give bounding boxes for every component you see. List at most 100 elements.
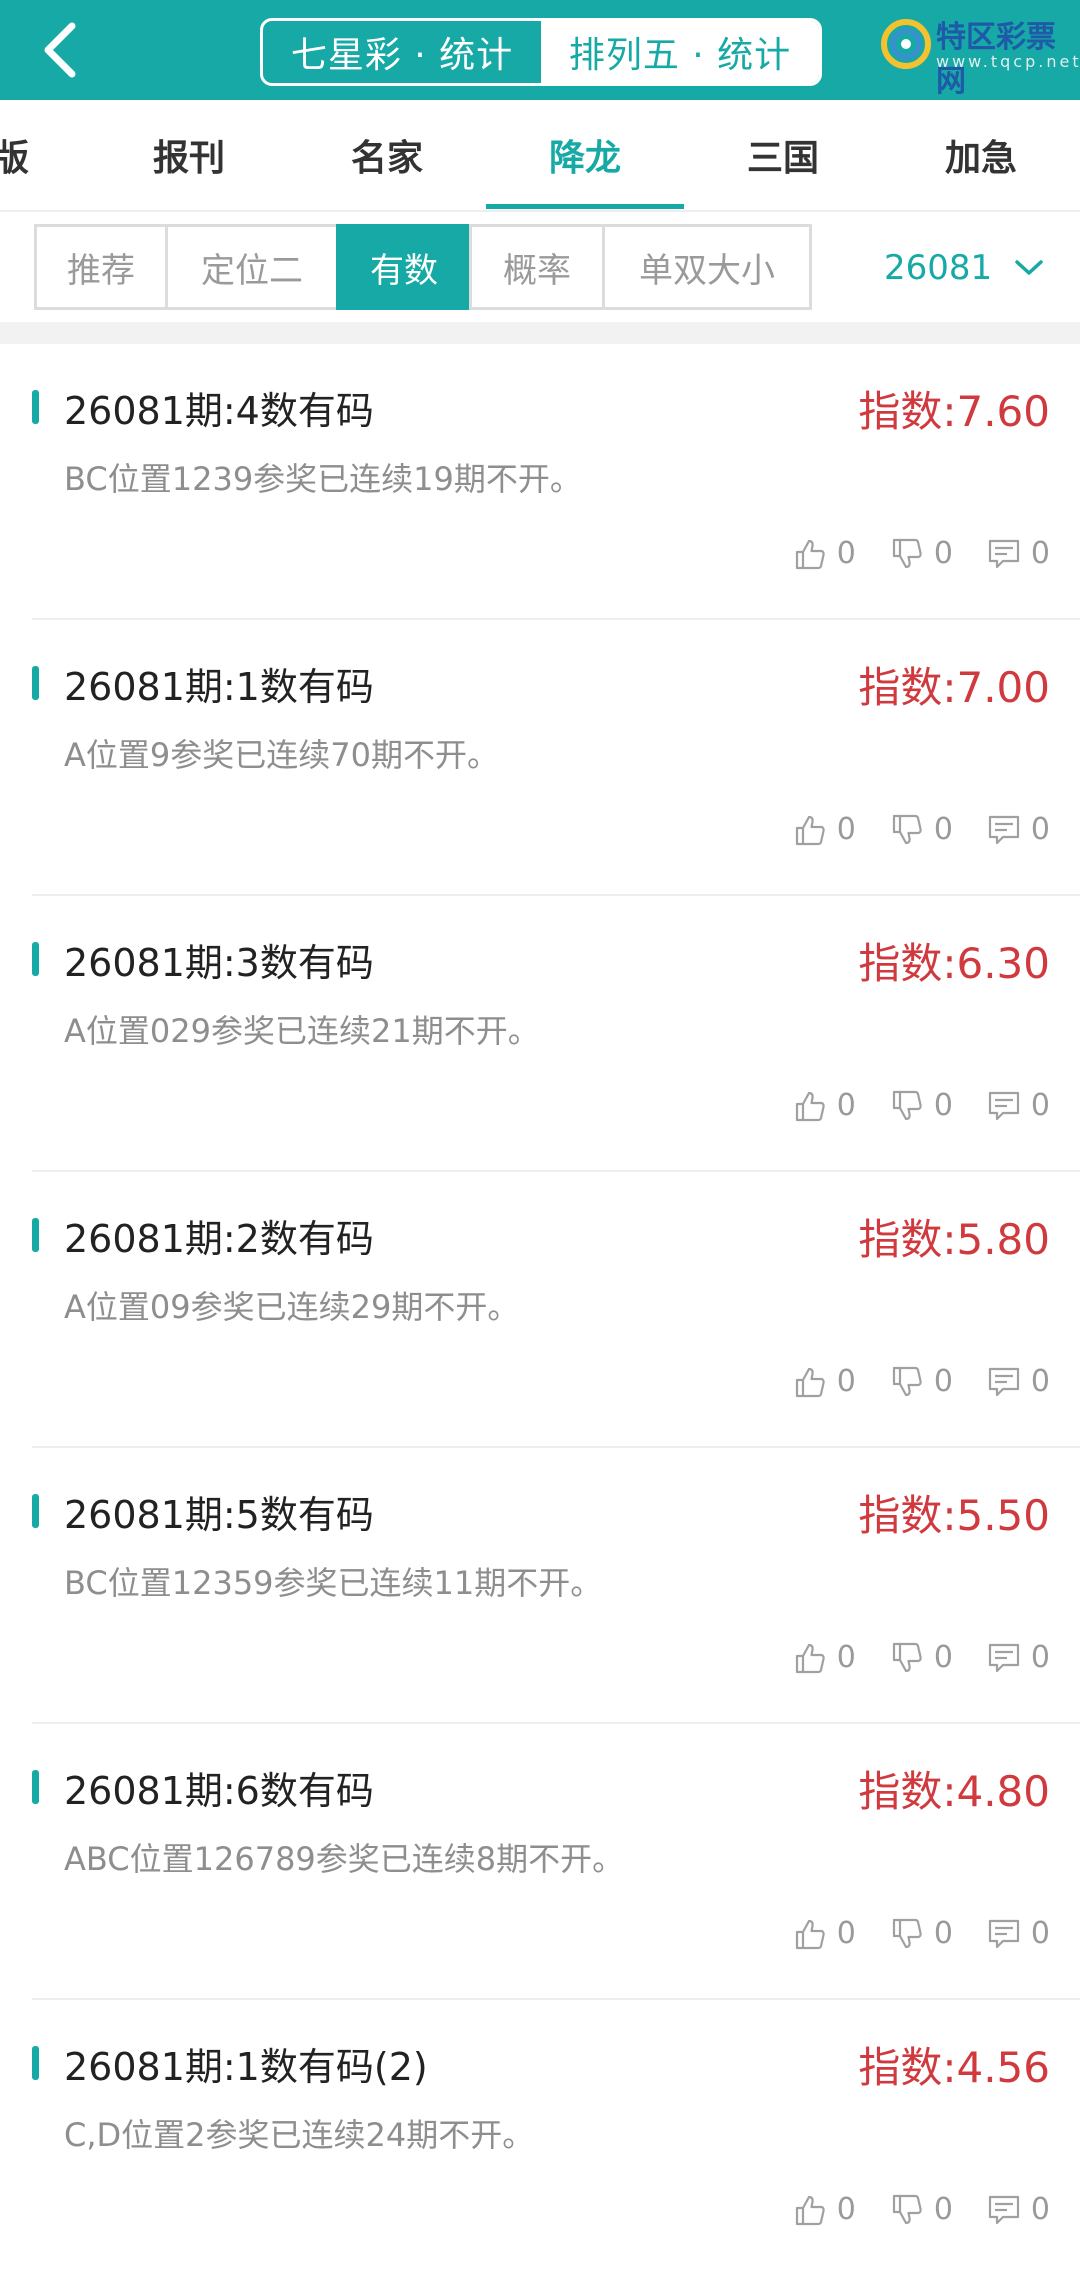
thumbs-up-icon bbox=[795, 1919, 825, 1949]
dislike-button[interactable]: 0 bbox=[890, 536, 953, 571]
accent-bar bbox=[32, 2046, 39, 2080]
thumbs-down-icon bbox=[892, 2194, 922, 2224]
tab-baokan[interactable]: 报刊 bbox=[90, 100, 288, 210]
back-button[interactable] bbox=[30, 20, 90, 80]
item-description: ABC位置126789参奖已连续8期不开。 bbox=[64, 1840, 625, 1878]
dislike-count: 0 bbox=[933, 1916, 953, 1951]
list-item[interactable]: 26081期:6数有码 指数:4.80 ABC位置126789参奖已连续8期不开… bbox=[0, 1724, 1080, 2000]
list-item[interactable]: 26081期:2数有码 指数:5.80 A位置09参奖已连续29期不开。 0 0… bbox=[0, 1172, 1080, 1448]
like-count: 0 bbox=[836, 1640, 856, 1675]
comment-button[interactable]: 0 bbox=[987, 1364, 1050, 1399]
item-index: 指数:4.80 bbox=[858, 1767, 1050, 1816]
segment-qixingcai[interactable]: 七星彩 · 统计 bbox=[263, 21, 541, 83]
accent-bar bbox=[32, 942, 39, 976]
like-count: 0 bbox=[836, 1916, 856, 1951]
item-title: 26081期:1数有码(2) bbox=[64, 2045, 428, 2089]
dislike-count: 0 bbox=[933, 812, 953, 847]
item-actions: 0 0 0 bbox=[759, 812, 1050, 847]
list-item[interactable]: 26081期:1数有码(2) 指数:4.56 C,D位置2参奖已连续24期不开。… bbox=[0, 2000, 1080, 2276]
thumbs-up-icon bbox=[795, 1643, 825, 1673]
dislike-count: 0 bbox=[933, 1088, 953, 1123]
thumbs-up-icon bbox=[795, 815, 825, 845]
period-dropdown[interactable]: 26081 bbox=[884, 238, 1044, 298]
dislike-count: 0 bbox=[933, 1640, 953, 1675]
comment-count: 0 bbox=[1030, 1916, 1050, 1951]
tab-xianglong[interactable]: 降龙 bbox=[486, 100, 684, 210]
dislike-button[interactable]: 0 bbox=[890, 1640, 953, 1675]
like-button[interactable]: 0 bbox=[793, 2192, 856, 2227]
comment-button[interactable]: 0 bbox=[987, 2192, 1050, 2227]
comment-icon bbox=[988, 815, 1020, 844]
dislike-button[interactable]: 0 bbox=[890, 812, 953, 847]
item-index: 指数:4.56 bbox=[858, 2043, 1050, 2092]
tab-sanguo[interactable]: 三国 bbox=[684, 100, 882, 210]
chevron-down-icon bbox=[1015, 260, 1043, 275]
accent-bar bbox=[32, 1494, 39, 1528]
thumbs-down-icon bbox=[892, 1642, 922, 1672]
comment-button[interactable]: 0 bbox=[987, 1088, 1050, 1123]
item-index: 指数:5.50 bbox=[858, 1491, 1050, 1540]
like-count: 0 bbox=[836, 1088, 856, 1123]
like-button[interactable]: 0 bbox=[793, 1364, 856, 1399]
dislike-count: 0 bbox=[933, 2192, 953, 2227]
item-title: 26081期:5数有码 bbox=[64, 1493, 374, 1537]
dislike-button[interactable]: 0 bbox=[890, 1916, 953, 1951]
like-button[interactable]: 0 bbox=[793, 1088, 856, 1123]
item-actions: 0 0 0 bbox=[759, 1088, 1050, 1123]
subtab-gailv[interactable]: 概率 bbox=[469, 224, 605, 310]
like-button[interactable]: 0 bbox=[793, 812, 856, 847]
item-title: 26081期:3数有码 bbox=[64, 941, 374, 985]
comment-count: 0 bbox=[1030, 812, 1050, 847]
item-title: 26081期:2数有码 bbox=[64, 1217, 374, 1261]
tab-jiaji[interactable]: 加急 bbox=[882, 100, 1080, 210]
item-index: 指数:7.60 bbox=[858, 387, 1050, 436]
item-description: A位置029参奖已连续21期不开。 bbox=[64, 1012, 540, 1050]
item-title: 26081期:1数有码 bbox=[64, 665, 374, 709]
comment-icon bbox=[988, 2195, 1020, 2224]
item-title: 26081期:4数有码 bbox=[64, 389, 374, 433]
item-actions: 0 0 0 bbox=[759, 1364, 1050, 1399]
tab-mingjia[interactable]: 名家 bbox=[288, 100, 486, 210]
dislike-button[interactable]: 0 bbox=[890, 2192, 953, 2227]
app-header: 七星彩 · 统计 排列五 · 统计 特区彩票网 www.tqcp.net bbox=[0, 0, 1080, 100]
comment-icon bbox=[988, 539, 1020, 568]
list-item[interactable]: 26081期:5数有码 指数:5.50 BC位置12359参奖已连续11期不开。… bbox=[0, 1448, 1080, 1724]
list-item[interactable]: 26081期:3数有码 指数:6.30 A位置029参奖已连续21期不开。 0 … bbox=[0, 896, 1080, 1172]
list-item[interactable]: 26081期:1数有码 指数:7.00 A位置9参奖已连续70期不开。 0 0 … bbox=[0, 620, 1080, 896]
like-button[interactable]: 0 bbox=[793, 1640, 856, 1675]
subtab-youshu[interactable]: 有数 bbox=[336, 224, 472, 310]
comment-button[interactable]: 0 bbox=[987, 536, 1050, 571]
dislike-button[interactable]: 0 bbox=[890, 1364, 953, 1399]
item-actions: 0 0 0 bbox=[759, 536, 1050, 571]
thumbs-down-icon bbox=[892, 1366, 922, 1396]
subtab-dingweier[interactable]: 定位二 bbox=[165, 224, 339, 310]
category-tabs: 版 报刊 名家 降龙 三国 加急 bbox=[0, 100, 1080, 212]
item-description: A位置09参奖已连续29期不开。 bbox=[64, 1288, 520, 1326]
item-description: C,D位置2参奖已连续24期不开。 bbox=[64, 2116, 535, 2154]
dislike-button[interactable]: 0 bbox=[890, 1088, 953, 1123]
comment-icon bbox=[988, 1367, 1020, 1396]
thumbs-up-icon bbox=[795, 2195, 825, 2225]
like-button[interactable]: 0 bbox=[793, 1916, 856, 1951]
back-arrow-icon bbox=[44, 22, 76, 78]
comment-count: 0 bbox=[1030, 536, 1050, 571]
comment-icon bbox=[988, 1643, 1020, 1672]
thumbs-down-icon bbox=[892, 538, 922, 568]
segment-pailiewu[interactable]: 排列五 · 统计 bbox=[541, 21, 819, 83]
comment-count: 0 bbox=[1030, 1364, 1050, 1399]
accent-bar bbox=[32, 1770, 39, 1804]
list-item[interactable]: 26081期:4数有码 指数:7.60 BC位置1239参奖已连续19期不开。 … bbox=[0, 344, 1080, 620]
like-button[interactable]: 0 bbox=[793, 536, 856, 571]
subtab-tuijian[interactable]: 推荐 bbox=[34, 224, 168, 310]
like-count: 0 bbox=[836, 1364, 856, 1399]
comment-button[interactable]: 0 bbox=[987, 812, 1050, 847]
thumbs-up-icon bbox=[795, 539, 825, 569]
comment-button[interactable]: 0 bbox=[987, 1640, 1050, 1675]
item-actions: 0 0 0 bbox=[759, 1916, 1050, 1951]
dislike-count: 0 bbox=[933, 536, 953, 571]
item-description: BC位置1239参奖已连续19期不开。 bbox=[64, 460, 582, 498]
subtab-danshuangdaxiao[interactable]: 单双大小 bbox=[602, 224, 812, 310]
accent-bar bbox=[32, 666, 39, 700]
comment-button[interactable]: 0 bbox=[987, 1916, 1050, 1951]
item-title: 26081期:6数有码 bbox=[64, 1769, 374, 1813]
